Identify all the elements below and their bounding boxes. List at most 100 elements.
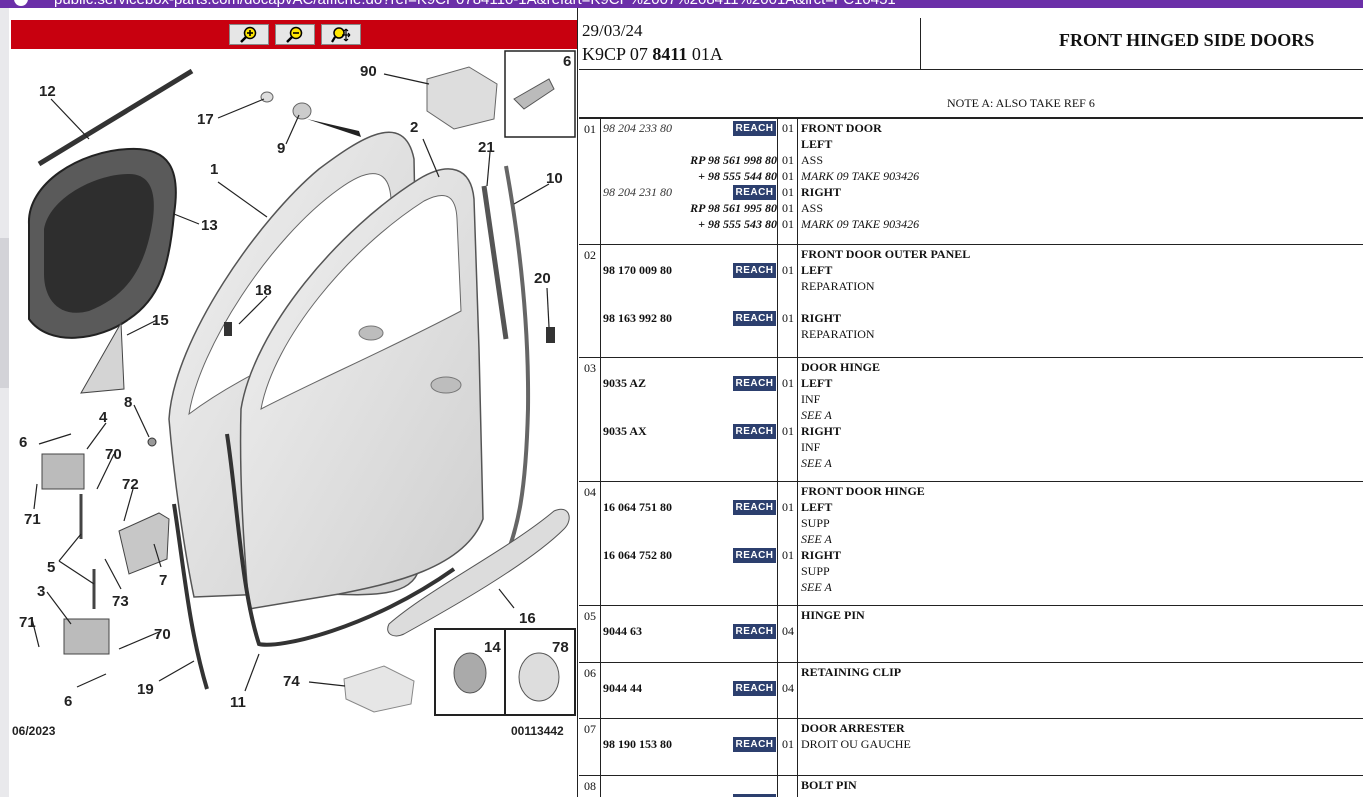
table-row: 08BOLT PINREACH — [579, 776, 1363, 797]
label-17[interactable]: 17 — [197, 111, 214, 128]
reach-badge-button[interactable]: REACH — [733, 424, 776, 439]
label-13[interactable]: 13 — [201, 217, 218, 234]
part-3-hinge[interactable] — [63, 618, 110, 655]
reach-badge-button[interactable]: REACH — [733, 376, 776, 391]
part-description: FRONT DOOR OUTER PANEL — [801, 247, 971, 261]
label-9[interactable]: 9 — [277, 140, 285, 157]
label-3[interactable]: 3 — [37, 583, 45, 600]
label-90[interactable]: 90 — [360, 63, 377, 80]
ref-number: 07 — [584, 722, 596, 736]
label-11[interactable]: 11 — [230, 694, 246, 711]
part-reference[interactable]: + 98 555 543 80 — [603, 216, 777, 232]
browser-address-bar[interactable]: public.servicebox-parts.com/docapvAC/aff… — [0, 0, 1363, 8]
part-description: RIGHT — [801, 424, 842, 438]
part-4-hinge[interactable] — [41, 453, 85, 490]
zoom-out-icon — [286, 26, 303, 43]
reach-badge-button[interactable]: REACH — [733, 737, 776, 752]
label-8[interactable]: 8 — [124, 394, 132, 411]
label-15[interactable]: 15 — [152, 312, 169, 329]
reach-badge-button[interactable]: REACH — [733, 500, 776, 515]
zoom-pan-icon — [331, 26, 351, 43]
part-description: SEE A — [801, 408, 832, 422]
part-description: REPARATION — [801, 279, 875, 293]
label-21[interactable]: 21 — [478, 139, 495, 156]
parts-diagram-panel: 12 17 9 90 6 2 21 10 1 13 18 20 15 8 4 6… — [9, 8, 578, 797]
zoom-pan-button[interactable] — [321, 24, 361, 45]
part-description: INF — [801, 440, 821, 454]
part-reference[interactable]: + 98 555 544 80 — [603, 168, 777, 184]
part-description: ASS — [801, 201, 824, 215]
part-reference[interactable]: RP 98 561 998 80 — [603, 152, 777, 168]
reach-badge-button[interactable]: REACH — [733, 185, 776, 200]
reach-badge-button[interactable]: REACH — [733, 548, 776, 563]
quantity: 01 — [782, 153, 794, 167]
label-6b[interactable]: 6 — [64, 693, 72, 710]
table-row: 04 FRONT DOOR HINGE 16 064 751 80 REACH 01 LE… — [579, 482, 1363, 606]
zoom-in-button[interactable] — [229, 24, 269, 45]
reach-badge-button[interactable]: REACH — [733, 681, 776, 696]
part-8-bolt[interactable] — [147, 437, 157, 447]
ref-number: 05 — [584, 609, 596, 623]
label-71b[interactable]: 71 — [19, 614, 36, 631]
zoom-out-button[interactable] — [275, 24, 315, 45]
label-71a[interactable]: 71 — [24, 511, 41, 528]
label-1[interactable]: 1 — [210, 161, 218, 178]
ref-number: 03 — [584, 361, 596, 375]
label-20[interactable]: 20 — [534, 270, 551, 287]
label-2[interactable]: 2 — [410, 119, 418, 136]
part-description: ASS — [801, 153, 824, 167]
part-14-cap[interactable] — [453, 652, 487, 694]
label-19[interactable]: 19 — [137, 681, 154, 698]
reach-badge-button[interactable]: REACH — [733, 121, 776, 136]
label-74[interactable]: 74 — [283, 673, 300, 690]
label-6-box[interactable]: 6 — [563, 53, 571, 70]
reach-badge-button[interactable]: REACH — [733, 311, 776, 326]
address-text[interactable]: public.servicebox-parts.com/docapvAC/aff… — [54, 0, 896, 8]
part-10-seal[interactable] — [499, 165, 531, 570]
part-reference[interactable]: RP 98 561 995 80 — [603, 200, 777, 216]
label-18[interactable]: 18 — [255, 282, 272, 299]
label-73[interactable]: 73 — [112, 593, 129, 610]
site-icon — [14, 0, 28, 6]
label-5[interactable]: 5 — [47, 559, 55, 576]
part-90-kit[interactable] — [426, 66, 498, 130]
label-6a[interactable]: 6 — [19, 434, 27, 451]
part-21-seal[interactable] — [481, 185, 509, 340]
part-17-plug[interactable] — [260, 91, 274, 103]
quantity: 01 — [782, 376, 794, 390]
reach-badge-button[interactable]: REACH — [733, 624, 776, 639]
reach-badge-button[interactable]: REACH — [733, 263, 776, 278]
part-9-plug[interactable] — [292, 102, 312, 120]
ref-number: 01 — [584, 122, 596, 136]
part-78-lock[interactable] — [518, 652, 560, 702]
part-description: MARK 09 TAKE 903426 — [801, 169, 920, 183]
label-14[interactable]: 14 — [484, 639, 501, 656]
label-12[interactable]: 12 — [39, 83, 56, 100]
part-description: SEE A — [801, 532, 832, 546]
label-78[interactable]: 78 — [552, 639, 569, 656]
part-description: DOOR HINGE — [801, 360, 881, 374]
part-description: MARK 09 TAKE 903426 — [801, 217, 920, 231]
label-70b[interactable]: 70 — [154, 626, 171, 643]
left-gutter — [0, 8, 9, 797]
quantity: 01 — [782, 737, 794, 751]
quantity: 01 — [782, 201, 794, 215]
header-code: K9CP 07 8411 01A — [582, 44, 723, 64]
part-18-clip[interactable] — [224, 322, 232, 336]
label-16[interactable]: 16 — [519, 610, 536, 627]
part-20-clip[interactable] — [546, 327, 555, 343]
label-72[interactable]: 72 — [122, 476, 139, 493]
part-description: SUPP — [801, 564, 830, 578]
part-description: BOLT PIN — [801, 778, 857, 792]
label-70a[interactable]: 70 — [105, 446, 122, 463]
label-4[interactable]: 4 — [99, 409, 108, 426]
header-date: 29/03/24 — [582, 21, 643, 40]
label-10[interactable]: 10 — [546, 170, 563, 187]
ref-number: 02 — [584, 248, 596, 262]
ref-number: 06 — [584, 666, 596, 680]
label-7[interactable]: 7 — [159, 572, 167, 589]
part-7-arrester[interactable] — [118, 512, 170, 575]
part-description: LEFT — [801, 263, 833, 277]
parts-table: 01 98 204 233 80 REACH 01 FRONT DOOR LEFT RP 9… — [579, 119, 1363, 797]
part-74-kit[interactable] — [343, 665, 415, 713]
